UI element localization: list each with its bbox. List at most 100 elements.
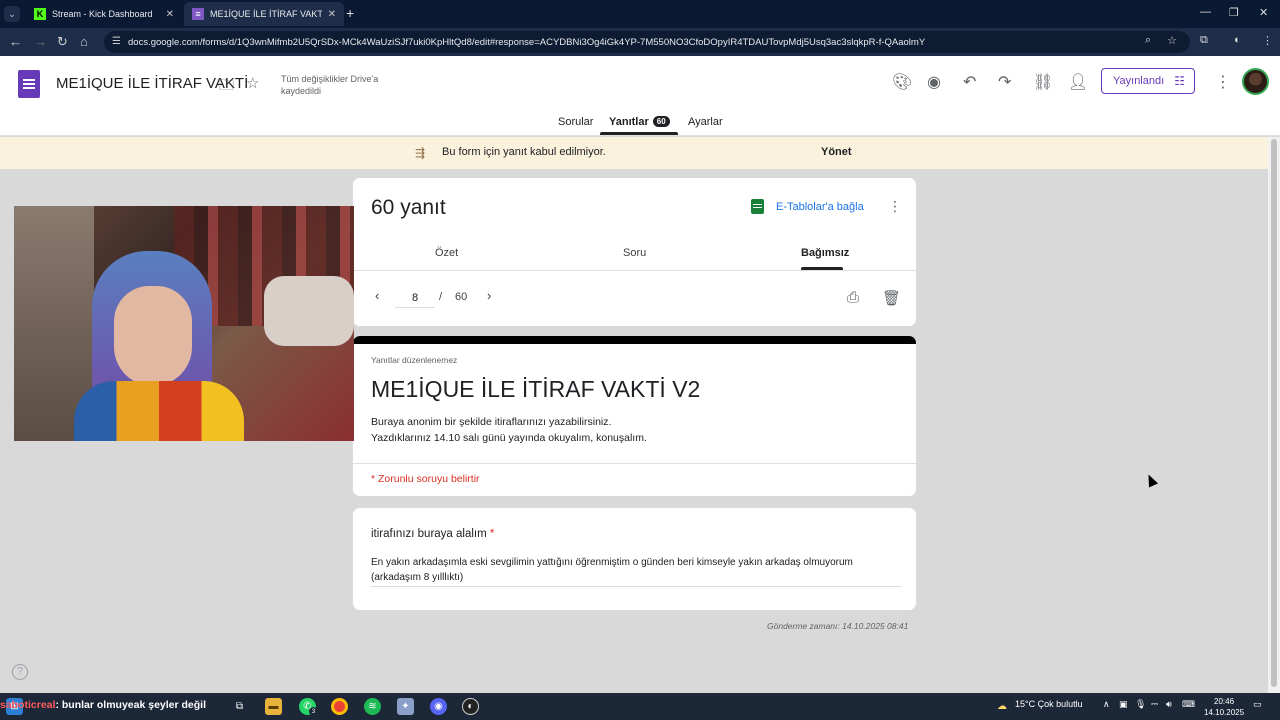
tab-question[interactable]: Soru bbox=[623, 247, 646, 259]
form-header-card: Yanıtlar düzenlenemez ME1İQUE İLE İTİRAF… bbox=[352, 335, 917, 497]
folder-icon[interactable]: 🗀 bbox=[219, 75, 234, 100]
print-icon[interactable]: ⎙ bbox=[847, 289, 859, 306]
manage-button[interactable]: Yönet bbox=[821, 146, 852, 158]
close-tab-icon[interactable]: ✕ bbox=[328, 9, 336, 20]
add-collaborator-icon[interactable]: 👤︎ bbox=[1068, 72, 1088, 92]
settings-sliders-icon: ☷ bbox=[1174, 74, 1185, 88]
responses-summary-card: 60 yanıt E-Tablolar'a bağla ⋮ Özet Soru … bbox=[352, 177, 917, 327]
tab-google-forms[interactable]: ≡ ME1İQUE İLE İTİRAF VAKTİ - Go ✕ bbox=[184, 2, 344, 26]
question-card: itirafınızı buraya alalım * En yakın ark… bbox=[352, 507, 917, 611]
microphone-icon[interactable]: 🎙︎ bbox=[1135, 699, 1146, 710]
delete-icon[interactable]: 🗑︎ bbox=[882, 289, 901, 307]
tab-search-icon[interactable]: ⌄ bbox=[4, 6, 20, 22]
discord-icon[interactable]: ◉ bbox=[430, 698, 447, 715]
response-count: 60 yanıt bbox=[371, 196, 446, 219]
description-line: Buraya anonim bir şekilde itiraflarınızı… bbox=[371, 416, 612, 428]
tab-summary[interactable]: Özet bbox=[435, 247, 458, 259]
url-field[interactable]: ☰ docs.google.com/forms/d/1Q3wnMifmb2U5Q… bbox=[104, 31, 1190, 53]
webcam-overlay bbox=[14, 206, 354, 441]
tray-overflow-icon[interactable]: ∧ bbox=[1103, 699, 1110, 710]
obs-icon[interactable]: ◐ bbox=[462, 698, 479, 715]
new-tab-icon[interactable]: + bbox=[346, 6, 354, 20]
clock-time: 20:46 bbox=[1214, 697, 1235, 706]
restore-icon[interactable]: ❐ bbox=[1229, 6, 1239, 19]
profile-icon[interactable]: ◐ bbox=[1234, 34, 1241, 46]
redo-icon[interactable]: ↷ bbox=[998, 72, 1011, 92]
active-tab-indicator bbox=[600, 132, 678, 135]
more-options-icon[interactable]: ⋮ bbox=[1215, 72, 1231, 92]
not-accepting-banner: ⇶ Bu form için yanıt kabul edilmiyor. Yö… bbox=[0, 137, 1268, 169]
divider bbox=[353, 270, 916, 271]
answer-text: En yakın arkadaşımla eski sevgilimin yat… bbox=[371, 555, 901, 587]
required-note: * Zorunlu soruyu belirtir bbox=[371, 473, 480, 485]
site-info-icon[interactable]: ☰ bbox=[112, 36, 121, 47]
clock-date: 14.10.2025 bbox=[1204, 708, 1245, 717]
tab-individual[interactable]: Bağımsız bbox=[801, 247, 849, 259]
not-editable-note: Yanıtlar düzenlenemez bbox=[371, 355, 458, 365]
keyboard-icon[interactable]: ⌨ bbox=[1182, 699, 1195, 710]
sheets-icon[interactable] bbox=[751, 199, 764, 214]
extensions-icon[interactable]: ⧉ bbox=[1200, 34, 1208, 47]
responses-count-badge: 60 bbox=[652, 116, 670, 127]
bookmark-star-icon[interactable]: ☆ bbox=[1167, 34, 1177, 47]
tab-questions[interactable]: Sorular bbox=[558, 116, 593, 128]
close-window-icon[interactable]: ✕ bbox=[1259, 6, 1268, 19]
scrollbar-thumb[interactable] bbox=[1271, 139, 1277, 687]
published-label: Yayınlandı bbox=[1113, 75, 1165, 87]
no-responses-icon: ⇶ bbox=[415, 146, 426, 160]
undo-icon[interactable]: ↶ bbox=[963, 72, 976, 92]
address-bar: ← → ↻ ⌂ ☰ docs.google.com/forms/d/1Q3wnM… bbox=[0, 28, 1280, 56]
vertical-scrollbar[interactable] bbox=[1268, 137, 1280, 693]
reload-icon[interactable]: ↻ bbox=[57, 34, 68, 50]
volume-icon[interactable]: 🔊︎ bbox=[1166, 699, 1172, 710]
form-heading: ME1İQUE İLE İTİRAF VAKTİ V2 bbox=[371, 376, 701, 402]
weather-cloud-icon: ☁ bbox=[997, 701, 1007, 712]
app-icon[interactable]: ✦ bbox=[397, 698, 414, 715]
tray-app-icon[interactable]: ▣ bbox=[1119, 699, 1128, 710]
minimize-icon[interactable]: — bbox=[1200, 6, 1211, 18]
responses-more-icon[interactable]: ⋮ bbox=[888, 198, 902, 215]
pager-total: 60 bbox=[455, 291, 468, 303]
tab-label: Stream - Kick Dashboard bbox=[52, 9, 153, 19]
link-to-sheets-button[interactable]: E-Tablolar'a bağla bbox=[776, 201, 864, 213]
task-view-icon[interactable]: ⧉ bbox=[231, 698, 248, 715]
home-icon[interactable]: ⌂ bbox=[80, 34, 88, 49]
spotify-icon[interactable]: ≋ bbox=[364, 698, 381, 715]
browser-menu-icon[interactable]: ⋮ bbox=[1262, 34, 1273, 47]
account-avatar[interactable] bbox=[1242, 68, 1269, 95]
forward-icon[interactable]: → bbox=[34, 34, 47, 49]
ticker-message: : bunlar olmuyeak şeyler değil bbox=[55, 699, 207, 711]
previous-response-icon[interactable]: ‹ bbox=[375, 288, 379, 303]
streamer-face bbox=[114, 286, 192, 386]
help-icon[interactable]: ? bbox=[12, 664, 28, 680]
next-response-icon[interactable]: › bbox=[487, 288, 491, 303]
tab-settings[interactable]: Ayarlar bbox=[688, 116, 723, 128]
tab-responses[interactable]: Yanıtlar 60 bbox=[609, 116, 670, 128]
zoom-icon[interactable]: ⌕ bbox=[1145, 34, 1151, 47]
back-icon[interactable]: ← bbox=[9, 34, 22, 49]
chrome-icon[interactable] bbox=[331, 698, 348, 715]
link-icon[interactable]: ⛓︎ bbox=[1033, 72, 1053, 92]
submission-time: Gönderme zamanı: 14.10.2025 08:41 bbox=[767, 621, 909, 631]
forms-header: ME1İQUE İLE İTİRAF VAKTİ 🗀 ☆ Tüm değişik… bbox=[0, 56, 1280, 136]
tab-kick-dashboard[interactable]: K Stream - Kick Dashboard ✕ bbox=[26, 2, 182, 26]
notifications-icon[interactable]: ▭ bbox=[1253, 699, 1262, 710]
preview-eye-icon[interactable]: ◉ bbox=[927, 72, 941, 92]
published-button[interactable]: Yayınlandı ☷ bbox=[1101, 68, 1195, 94]
tab-label: ME1İQUE İLE İTİRAF VAKTİ - Go bbox=[210, 9, 322, 19]
required-star: * bbox=[489, 528, 495, 540]
network-icon[interactable]: ⎓ bbox=[1151, 699, 1158, 710]
system-clock[interactable]: 20:46 14.10.2025 bbox=[1204, 696, 1244, 718]
close-tab-icon[interactable]: ✕ bbox=[166, 9, 174, 20]
star-icon[interactable]: ☆ bbox=[246, 74, 259, 92]
theme-color-bar bbox=[353, 336, 916, 344]
response-number-input[interactable]: 8 bbox=[395, 288, 435, 308]
background-pillow bbox=[264, 276, 354, 346]
weather-text[interactable]: 15°C Çok bulutlu bbox=[1015, 699, 1083, 709]
banner-text: Bu form için yanıt kabul edilmiyor. bbox=[442, 146, 606, 158]
file-explorer-icon[interactable]: ▬ bbox=[265, 698, 282, 715]
palette-icon[interactable]: 🎨︎ bbox=[892, 72, 912, 92]
windows-taskbar: ⊞ saboticreal: bunlar olmuyeak şeyler de… bbox=[0, 693, 1280, 720]
streamer-sweater bbox=[74, 381, 244, 441]
google-forms-logo-icon[interactable] bbox=[18, 70, 40, 98]
